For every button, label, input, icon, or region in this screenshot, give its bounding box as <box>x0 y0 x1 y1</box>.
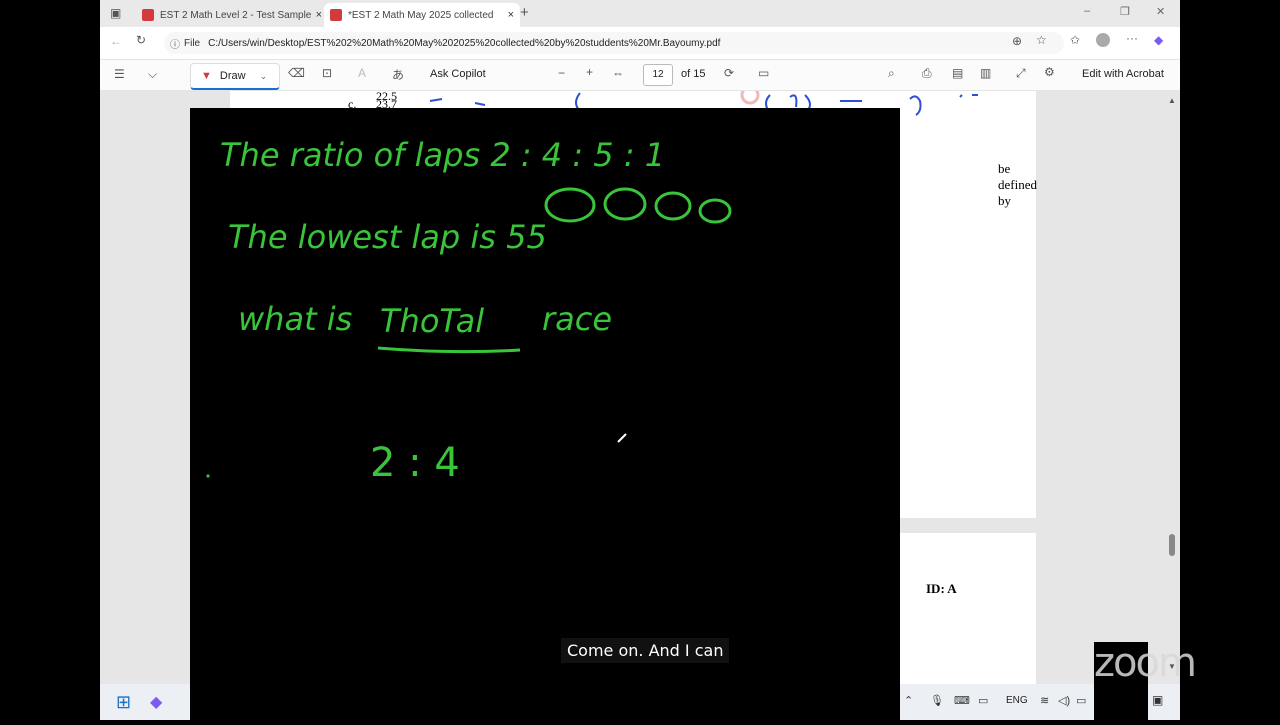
tab-label: EST 2 Math Level 2 - Test Sample <box>160 9 312 21</box>
language-indicator[interactable]: ENG <box>1006 695 1028 706</box>
url-field[interactable]: ⓘ File C:/Users/win/Desktop/EST%202%20Ma… <box>164 32 1064 54</box>
url-text: C:/Users/win/Desktop/EST%202%20Math%20Ma… <box>208 37 721 49</box>
draw-label: Draw <box>219 70 246 82</box>
pdf-scrollbar[interactable]: ▲ ▼ <box>1168 96 1176 676</box>
zoom-in-button[interactable]: + <box>586 65 593 79</box>
tab-label: *EST 2 Math May 2025 collected <box>348 9 494 21</box>
settings-gear-icon[interactable]: ⚙ <box>1044 65 1055 79</box>
more-icon[interactable]: ··· <box>1126 31 1138 45</box>
file-chip: File <box>184 37 201 49</box>
page-total: of 15 <box>681 68 706 80</box>
display-icon[interactable]: ▭ <box>978 694 988 707</box>
scroll-up-icon[interactable]: ▲ <box>1168 96 1176 105</box>
fit-page-icon[interactable]: ⇔ <box>612 66 624 80</box>
ink-oval-2 <box>603 187 647 221</box>
ink-oval-1 <box>544 187 596 223</box>
ink-cursor-mark <box>617 433 627 443</box>
favorites-icon[interactable]: ✩ <box>1070 33 1080 47</box>
refresh-icon[interactable]: ↻ <box>136 33 146 47</box>
wifi-icon[interactable]: ≋ <box>1040 694 1049 707</box>
save-as-icon[interactable]: ▥ <box>980 66 991 80</box>
edit-with-acrobat-button[interactable]: Edit with Acrobat <box>1082 68 1164 80</box>
question-text-fragment: be defined by <box>998 161 1037 208</box>
volume-icon[interactable]: ◁) <box>1058 694 1070 707</box>
pdf-icon <box>142 9 154 21</box>
maximize-button[interactable]: ❐ <box>1120 5 1130 18</box>
zoom-out-button[interactable]: − <box>558 66 565 80</box>
print-icon[interactable]: ⎙ <box>922 66 932 81</box>
ink-oval-4 <box>698 198 732 224</box>
close-icon[interactable]: × <box>316 9 322 21</box>
tab-actions-icon[interactable]: ▣ <box>110 6 121 20</box>
zoom-icon[interactable]: ⊕ <box>1012 34 1022 48</box>
address-bar: ← ↻ ⓘ File C:/Users/win/Desktop/EST%202%… <box>100 27 1180 60</box>
ask-copilot-button[interactable]: Ask Copilot <box>430 68 486 80</box>
highlight-icon[interactable]: ⌵ <box>148 67 157 82</box>
pdf-toolbar: ☰ ⌵ ▼ Draw ⌄ ⌫ ⊡ A あ Ask Copilot − + ⇔ 1… <box>100 60 1180 91</box>
tab-est-may-2025[interactable]: *EST 2 Math May 2025 collected × <box>324 3 520 27</box>
avatar[interactable] <box>1096 33 1110 47</box>
whiteboard-overlay[interactable]: The ratio of laps 2 : 4 : 5 : 1 The lowe… <box>190 108 900 720</box>
ink-oval-3 <box>654 191 692 221</box>
whiteboard-ink: The ratio of laps 2 : 4 : 5 : 1 The lowe… <box>206 136 732 486</box>
ink-ratio-work: 2 : 4 <box>370 440 460 486</box>
fullscreen-icon[interactable]: ⤢ <box>1016 66 1026 81</box>
read-aloud-icon[interactable]: A <box>358 66 366 80</box>
scrollbar-thumb[interactable] <box>1169 534 1175 556</box>
tab-test-sample[interactable]: EST 2 Math Level 2 - Test Sample × <box>136 3 328 27</box>
notification-icon[interactable]: ▣ <box>1152 693 1163 707</box>
translate-icon[interactable]: あ <box>392 66 404 83</box>
windows-start-icon[interactable]: ⊞ <box>116 692 131 713</box>
rotate-icon[interactable]: ⟳ <box>724 66 734 80</box>
ink-dot <box>206 474 210 478</box>
back-icon[interactable]: ← <box>110 34 122 48</box>
tab-bar: ▣ EST 2 Math Level 2 - Test Sample × *ES… <box>100 0 1180 27</box>
new-tab-button[interactable]: + <box>520 4 529 21</box>
close-icon[interactable]: × <box>508 9 514 21</box>
pen-icon: ▼ <box>201 70 212 82</box>
microphone-icon[interactable]: 🎙 <box>930 694 944 707</box>
draw-button[interactable]: ▼ Draw ⌄ <box>190 63 280 90</box>
copilot-icon[interactable]: ◆ <box>1154 33 1163 47</box>
eraser-icon[interactable]: ⌫ <box>288 66 305 80</box>
ink-underline <box>377 346 521 354</box>
ink-line-what-is: what is <box>238 300 352 338</box>
save-icon[interactable]: ▤ <box>952 66 963 80</box>
contents-icon[interactable]: ☰ <box>114 67 125 81</box>
info-icon[interactable]: ⓘ <box>170 36 180 51</box>
copilot-taskbar-icon[interactable]: ◆ <box>150 692 162 712</box>
minimize-button[interactable]: – <box>1084 5 1090 17</box>
chevron-down-icon: ⌄ <box>259 70 268 81</box>
battery-icon[interactable]: ▭ <box>1076 694 1086 707</box>
ink-line-ratio: The ratio of laps 2 : 4 : 5 : 1 <box>220 136 665 174</box>
text-box-icon[interactable]: ⊡ <box>322 66 332 80</box>
id-label: ID: A <box>926 581 957 596</box>
search-icon[interactable]: ⌕ <box>888 66 895 81</box>
keyboard-icon[interactable]: ⌨ <box>954 694 970 707</box>
close-window-button[interactable]: ✕ <box>1156 5 1165 18</box>
favorite-star-icon[interactable]: ☆ <box>1036 33 1047 47</box>
ink-line-lowest-lap: The lowest lap is 55 <box>228 218 547 256</box>
page-number-input[interactable]: 12 <box>643 64 673 86</box>
pdf-icon <box>330 9 342 21</box>
page-view-icon[interactable]: ▭ <box>758 66 769 80</box>
zoom-watermark: zoom <box>1094 640 1197 686</box>
chevron-up-icon[interactable]: ⌃ <box>904 694 913 707</box>
ink-word-race: race <box>542 300 612 338</box>
ink-word-total: ThoTal <box>380 302 484 340</box>
live-caption: Come on. And I can <box>561 638 730 663</box>
